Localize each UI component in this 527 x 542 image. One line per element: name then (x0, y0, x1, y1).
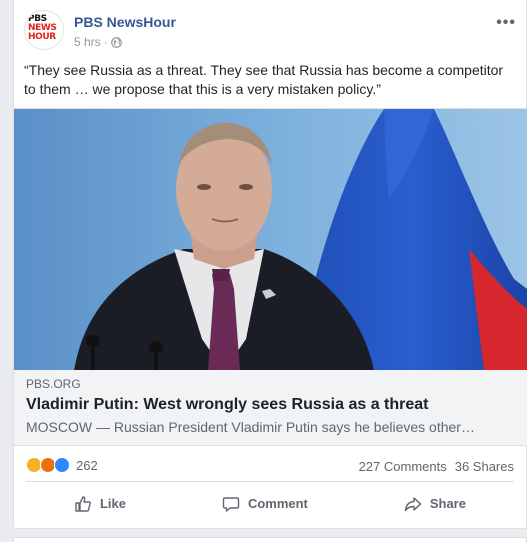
comment-button[interactable]: Comment (222, 495, 308, 513)
link-description: MOSCOW — Russian President Vladimir Puti… (26, 419, 475, 435)
link-preview-meta[interactable]: PBS.ORG Vladimir Putin: West wrongly see… (14, 370, 527, 446)
link-preview-image[interactable] (14, 108, 527, 370)
page-name-link[interactable]: PBS NewsHour (74, 14, 176, 30)
post-header: PBS NEWS HOUR PBS NewsHour 5 hrs · ••• (24, 10, 516, 50)
thumbs-up-icon (75, 495, 91, 512)
reaction-count: 262 (76, 457, 98, 473)
like-label: Like (99, 496, 126, 511)
globe-icon[interactable] (110, 36, 122, 48)
meta-separator: · (103, 35, 108, 49)
engagement-counts: 227 Comments 36 Shares (359, 459, 514, 474)
comment-label: Comment (247, 496, 308, 511)
feed-post: PBS NEWS HOUR PBS NewsHour 5 hrs · ••• “… (13, 0, 527, 529)
shares-count-link[interactable]: 36 Shares (455, 459, 514, 474)
comment-icon (222, 496, 240, 512)
reactions-summary[interactable]: 262 (26, 457, 98, 473)
pbs-newshour-logo: PBS NEWS HOUR (28, 14, 57, 42)
share-label: Share (429, 496, 466, 511)
post-stats: 262 227 Comments 36 Shares (26, 453, 514, 477)
link-title[interactable]: Vladimir Putin: West wrongly sees Russia… (26, 395, 515, 415)
page-avatar[interactable]: PBS NEWS HOUR (24, 10, 64, 50)
share-button[interactable]: Share (404, 495, 466, 513)
share-arrow-icon (404, 496, 422, 511)
like-button[interactable]: Like (74, 495, 126, 513)
comments-count-link[interactable]: 227 Comments (359, 459, 447, 474)
post-actions: Like Comment Share (26, 481, 514, 525)
post-status-text: “They see Russia as a threat. They see t… (24, 62, 504, 97)
post-meta: 5 hrs · (74, 35, 122, 49)
more-options-icon[interactable]: ••• (496, 14, 516, 32)
link-domain: PBS.ORG (26, 377, 81, 391)
post-timestamp[interactable]: 5 hrs (74, 35, 101, 49)
next-feed-post (13, 537, 527, 542)
like-icon (54, 457, 70, 473)
